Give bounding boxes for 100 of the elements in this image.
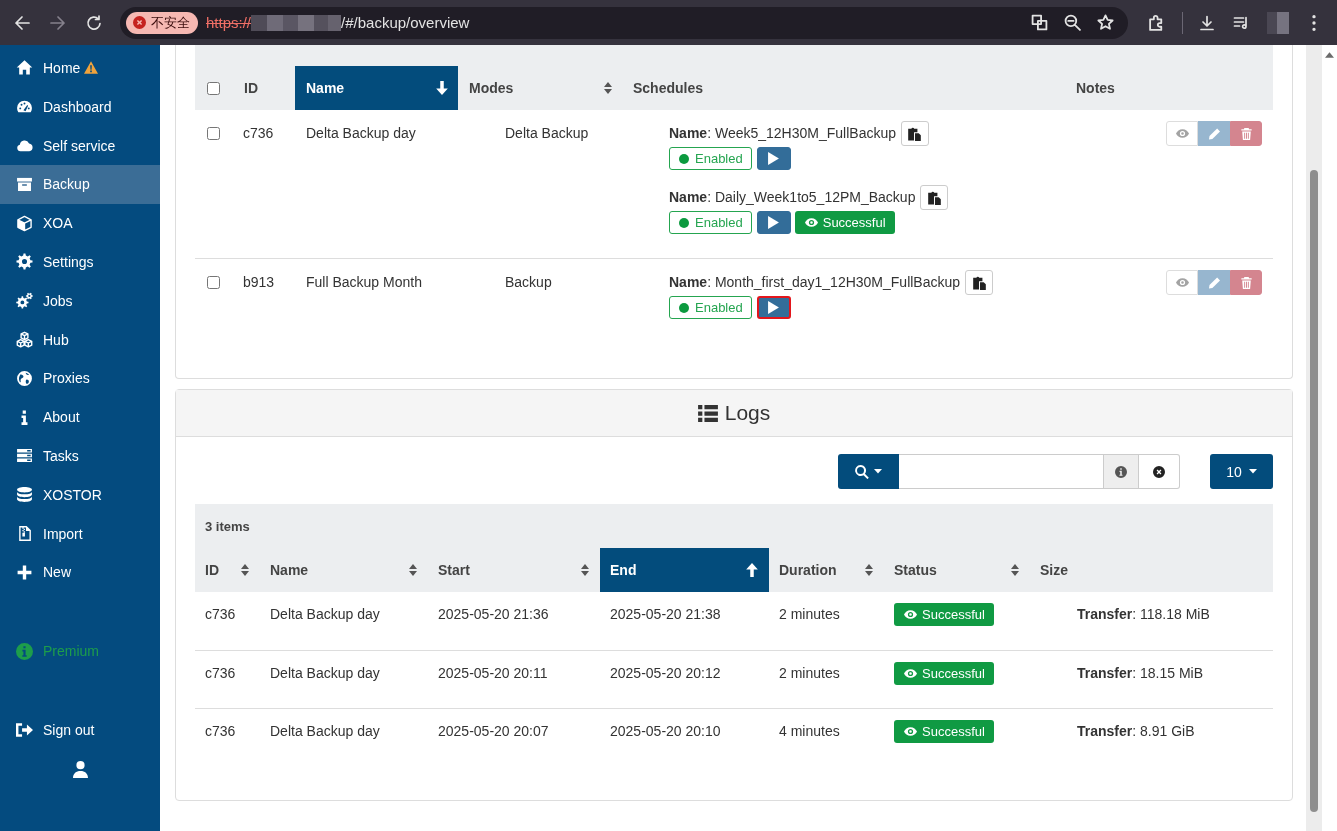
sort-icon — [241, 564, 249, 576]
eye-icon — [1175, 278, 1189, 287]
nav-item[interactable]: XOA — [0, 203, 160, 243]
reload-icon[interactable] — [86, 14, 102, 31]
status-button[interactable]: Successful — [894, 603, 994, 626]
gears-icon — [16, 292, 33, 310]
column-header[interactable]: ID — [195, 548, 260, 592]
log-id-text: c736 — [205, 605, 236, 624]
copy-button[interactable] — [920, 185, 949, 210]
column-header[interactable]: Name — [260, 548, 428, 592]
sign-out-link[interactable]: Sign out — [0, 710, 160, 750]
url-path-text: /#/backup/overview — [341, 14, 470, 31]
checkbox[interactable] — [207, 81, 220, 95]
filter-input[interactable] — [899, 454, 1104, 489]
back-arrow-icon[interactable] — [14, 14, 30, 31]
nav-item[interactable]: New — [0, 552, 160, 592]
nav-item[interactable]: Proxies — [0, 358, 160, 398]
start-time-text: 2025-05-20 20:07 — [438, 722, 549, 742]
backup-mode-text: Delta Backup — [505, 125, 589, 141]
redacted-avatar-block[interactable] — [1267, 11, 1289, 34]
sort-icon — [1011, 564, 1019, 576]
info-button[interactable] — [1104, 454, 1139, 489]
plus-icon — [16, 563, 33, 581]
delete-button[interactable] — [1230, 270, 1262, 295]
scrollbar-thumb[interactable] — [1310, 170, 1318, 812]
clear-button[interactable] — [1139, 454, 1180, 489]
eye-icon — [904, 727, 917, 737]
transfer-size-text: Transfer: 18.15 MiB — [1077, 663, 1204, 683]
menu-icon[interactable] — [1312, 14, 1316, 31]
column-header[interactable]: End — [600, 548, 769, 592]
start-time-text: 2025-05-20 21:36 — [438, 605, 549, 624]
transfer-size-text: Transfer: 8.91 GiB — [1077, 722, 1195, 742]
run-status-button[interactable]: Successful — [794, 211, 895, 234]
sort-icon — [865, 564, 873, 576]
run-button[interactable] — [756, 296, 791, 319]
address-bar[interactable]: 不安全 https:// /#/backup/overview — [120, 6, 1128, 39]
status-dot-icon — [679, 153, 689, 164]
page-size-button[interactable]: 10 — [1210, 454, 1273, 489]
job-id-text: b913 — [243, 274, 275, 290]
playlist-icon[interactable] — [1233, 14, 1249, 31]
overlapping-squares-icon[interactable] — [1031, 14, 1048, 31]
scroll-up-arrow-icon[interactable] — [1325, 52, 1334, 58]
nav-item[interactable]: About — [0, 397, 160, 437]
nav-item[interactable]: Hub — [0, 320, 160, 359]
job-id-text: c736 — [243, 125, 274, 141]
star-icon[interactable] — [1097, 14, 1114, 31]
job-name-text: Full Backup Month — [306, 274, 422, 290]
play-icon — [768, 152, 780, 165]
trash-icon — [1240, 127, 1252, 140]
scrollbar-track[interactable] — [1306, 45, 1322, 831]
copy-button[interactable] — [965, 270, 994, 295]
user-icon[interactable] — [72, 761, 88, 779]
search-icon — [855, 464, 869, 479]
eye-icon — [904, 668, 917, 678]
security-chip[interactable]: 不安全 — [126, 11, 198, 34]
item-count: 3 items — [205, 518, 250, 534]
duration-text: 4 minutes — [779, 722, 840, 742]
column-header[interactable]: Duration — [769, 548, 884, 592]
schedule-name: Name: Month_first_day1_12H30M_FullBackup — [669, 273, 961, 292]
home-icon — [16, 59, 33, 77]
column-header[interactable]: Start — [428, 548, 600, 592]
nav-item[interactable]: Settings — [0, 242, 160, 282]
column-header: Size — [1040, 562, 1068, 578]
nav-item[interactable]: Tasks — [0, 436, 160, 476]
nav-item[interactable]: Jobs — [0, 281, 160, 321]
column-header[interactable]: Status — [884, 548, 1030, 592]
sort-icon — [409, 564, 417, 576]
status-dot-icon — [679, 217, 689, 228]
status-button[interactable]: Successful — [894, 720, 994, 744]
nav-item[interactable]: Self service — [0, 126, 160, 165]
copy-icon — [927, 190, 941, 205]
run-button[interactable] — [756, 147, 791, 170]
sort-icon — [581, 564, 589, 576]
status-button[interactable]: Successful — [894, 661, 994, 685]
checkbox[interactable] — [207, 127, 220, 140]
forward-arrow-icon[interactable] — [50, 14, 66, 31]
search-mode-button[interactable] — [838, 454, 899, 489]
copy-button[interactable] — [901, 121, 929, 146]
transfer-size-text: Transfer: 118.18 MiB — [1077, 605, 1210, 624]
puzzle-piece-icon[interactable] — [1148, 14, 1165, 31]
column-header[interactable]: Name — [295, 66, 458, 110]
schedule-name: Name: Week5_12H30M_FullBackup — [669, 124, 896, 143]
eye-icon — [904, 610, 917, 619]
zip-file-icon — [16, 525, 33, 543]
nav-item[interactable]: Dashboard — [0, 87, 160, 127]
nav-item[interactable]: Import — [0, 514, 160, 553]
caret-icon — [874, 469, 882, 474]
end-time-text: 2025-05-20 21:38 — [610, 605, 721, 624]
run-button[interactable] — [756, 211, 791, 234]
log-id-text: c736 — [205, 722, 236, 742]
column-header[interactable]: Modes — [458, 66, 622, 110]
nav-item[interactable]: XOSTOR — [0, 475, 160, 515]
zoom-out-icon[interactable] — [1064, 14, 1081, 31]
nav-item[interactable]: Home — [0, 48, 160, 88]
error-icon — [133, 16, 146, 29]
clear-icon — [1153, 465, 1165, 478]
download-icon[interactable] — [1199, 14, 1215, 31]
delete-button[interactable] — [1230, 121, 1262, 146]
checkbox[interactable] — [207, 276, 220, 289]
nav-item[interactable]: Backup — [0, 165, 160, 204]
